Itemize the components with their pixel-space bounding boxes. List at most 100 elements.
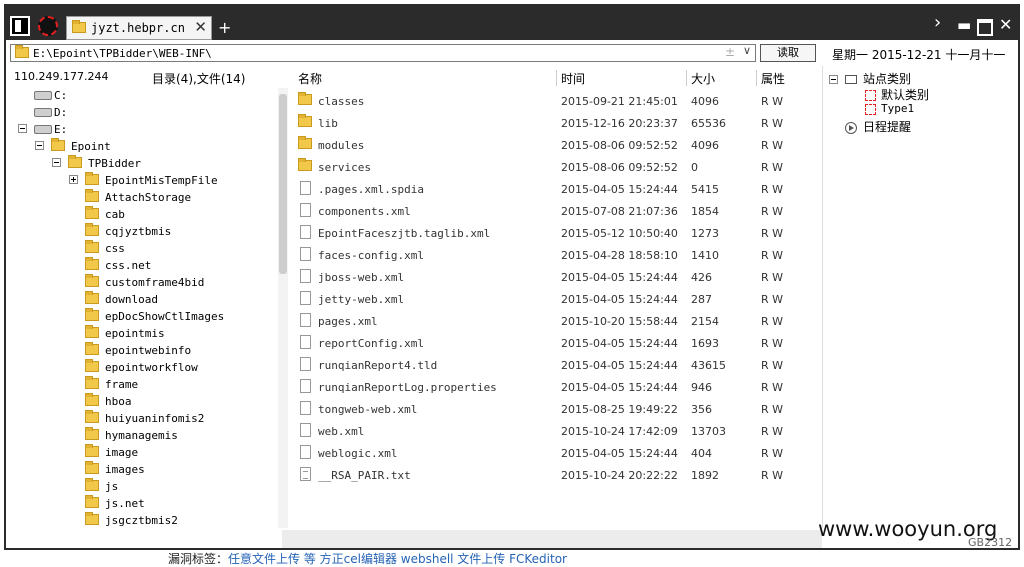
cell-name: faces-config.xml [318, 249, 424, 262]
collapse-toggle[interactable] [829, 75, 838, 84]
address-input[interactable]: E:\Epoint\TPBidder\WEB-INF\ [33, 47, 212, 60]
schedule-node[interactable]: 日程提醒 [845, 118, 911, 135]
cell-size: 0 [691, 161, 698, 174]
table-row[interactable]: jboss-web.xml 2015-04-05 15:24:44 426 R W [290, 266, 820, 288]
folder-icon [85, 172, 99, 185]
collapse-toggle[interactable] [18, 124, 27, 133]
table-row[interactable]: EpointFaceszjtb.taglib.xml 2015-05-12 10:… [290, 222, 820, 244]
cell-name: EpointFaceszjtb.taglib.xml [318, 227, 491, 240]
file-icon [300, 203, 311, 217]
category-icon [865, 103, 876, 115]
type1-node[interactable]: Type1 [865, 102, 914, 115]
tree-node-label: D: [54, 106, 68, 119]
address-bar[interactable]: E:\Epoint\TPBidder\WEB-INF\ ± ∨ [10, 44, 756, 62]
table-row[interactable]: jetty-web.xml 2015-04-05 15:24:44 287 R W [290, 288, 820, 310]
folder-icon [85, 257, 99, 270]
table-row[interactable]: components.xml 2015-07-08 21:07:36 1854 R W [290, 200, 820, 222]
table-row[interactable]: .pages.xml.spdia 2015-04-05 15:24:44 5415 R… [290, 178, 820, 200]
table-row[interactable]: runqianReport4.tld 2015-04-05 15:24:44 436… [290, 354, 820, 376]
read-button[interactable]: 读取 [760, 44, 816, 62]
file-icon [300, 247, 311, 261]
table-row[interactable]: runqianReportLog.properties 2015-04-05 15… [290, 376, 820, 398]
chevron-right-icon[interactable]: › [934, 14, 941, 32]
collapse-toggle[interactable] [35, 141, 44, 150]
tab-close-icon[interactable]: ✕ [194, 18, 207, 36]
table-row[interactable]: lib 2015-12-16 20:23:37 65536 R W [290, 112, 820, 134]
column-divider[interactable] [556, 70, 557, 86]
plus-minus-icon[interactable]: ± [725, 45, 735, 59]
site-category-node[interactable]: 站点类别 [845, 70, 911, 87]
table-row[interactable]: faces-config.xml 2015-04-28 18:58:10 1410 R… [290, 244, 820, 266]
table-row[interactable]: pages.xml 2015-10-20 15:58:44 2154 R W [290, 310, 820, 332]
table-row[interactable]: modules 2015-08-06 09:52:52 4096 R W [290, 134, 820, 156]
tree-node-label: epointwebinfo [105, 344, 192, 357]
cell-attr: R W [761, 425, 784, 438]
tree-scrollbar[interactable] [278, 88, 288, 528]
cell-attr: R W [761, 227, 784, 240]
cell-size: 13703 [691, 425, 726, 438]
cell-attr: R W [761, 95, 784, 108]
column-name[interactable]: 名称 [298, 70, 322, 87]
file-icon [300, 181, 311, 195]
close-icon[interactable]: ✕ [999, 16, 1012, 34]
cell-name: reportConfig.xml [318, 337, 424, 350]
table-row[interactable]: services 2015-08-06 09:52:52 0 R W [290, 156, 820, 178]
drive-icon [34, 91, 52, 100]
tree-node-label: jsgcztbmis2 [105, 514, 178, 527]
table-row[interactable]: weblogic.xml 2015-04-05 15:24:44 404 R W [290, 442, 820, 464]
app-target-icon[interactable] [38, 16, 58, 36]
cell-size: 2154 [691, 315, 719, 328]
tab-title: jyzt.hebpr.cn [91, 21, 185, 35]
column-size[interactable]: 大小 [691, 70, 715, 87]
minimize-icon[interactable]: ▬ [957, 16, 971, 34]
cell-name: modules [318, 139, 365, 152]
chevron-down-icon[interactable]: ∨ [743, 44, 751, 57]
maximize-icon[interactable] [977, 19, 993, 36]
cell-time: 2015-07-08 21:07:36 [561, 205, 678, 218]
cell-time: 2015-04-05 15:24:44 [561, 271, 678, 284]
app-logo-icon[interactable] [10, 16, 30, 36]
cell-size: 1693 [691, 337, 719, 350]
cell-time: 2015-04-05 15:24:44 [561, 381, 678, 394]
default-category-node[interactable]: 默认类别 [865, 86, 929, 103]
column-divider[interactable] [686, 70, 687, 86]
table-row[interactable]: tongweb-web.xml 2015-08-25 19:49:22 356 R W [290, 398, 820, 420]
file-icon [300, 335, 311, 349]
tree-node-label: css [105, 242, 125, 255]
folder-icon [85, 495, 99, 508]
collapse-toggle[interactable] [52, 158, 61, 167]
cell-name: runqianReport4.tld [318, 359, 438, 372]
tags-links[interactable]: 任意文件上传 等 方正cel编辑器 webshell 文件上传 FCKedito… [228, 552, 567, 566]
scroll-thumb[interactable] [279, 94, 287, 274]
folder-icon [298, 158, 312, 171]
cell-time: 2015-04-05 15:24:44 [561, 337, 678, 350]
tab-site[interactable]: jyzt.hebpr.cn ✕ [66, 16, 212, 40]
folder-icon [85, 342, 99, 355]
tree-node-label: huiyuaninfomis2 [105, 412, 205, 425]
cell-time: 2015-10-24 20:22:22 [561, 469, 678, 482]
tree-node-label: hboa [105, 395, 132, 408]
add-tab-icon[interactable]: + [218, 18, 231, 37]
column-time[interactable]: 时间 [561, 70, 585, 87]
cell-time: 2015-04-05 15:24:44 [561, 293, 678, 306]
folder-icon [298, 114, 312, 127]
column-divider[interactable] [756, 70, 757, 86]
tree-node-label: cqjyztbmis [105, 225, 172, 238]
category-icon [865, 90, 876, 101]
table-row[interactable]: classes 2015-09-21 21:45:01 4096 R W [290, 90, 820, 112]
tree-node-label: epointmis [105, 327, 165, 340]
cell-name: weblogic.xml [318, 447, 398, 460]
table-row[interactable]: __RSA_PAIR.txt 2015-10-24 20:22:22 1892 R W [290, 464, 820, 486]
site-panel: 站点类别 默认类别 Type1 日程提醒 [822, 66, 1019, 528]
cell-time: 2015-04-05 15:24:44 [561, 183, 678, 196]
table-row[interactable]: reportConfig.xml 2015-04-05 15:24:44 1693 R… [290, 332, 820, 354]
file-icon [300, 379, 311, 393]
tree-node-label: hymanagemis [105, 429, 178, 442]
cell-name: pages.xml [318, 315, 378, 328]
expand-toggle[interactable] [69, 175, 78, 184]
file-icon [300, 313, 311, 327]
table-row[interactable]: web.xml 2015-10-24 17:42:09 13703 R W [290, 420, 820, 442]
cell-attr: R W [761, 469, 784, 482]
column-attr[interactable]: 属性 [761, 70, 785, 87]
file-icon [300, 291, 311, 305]
